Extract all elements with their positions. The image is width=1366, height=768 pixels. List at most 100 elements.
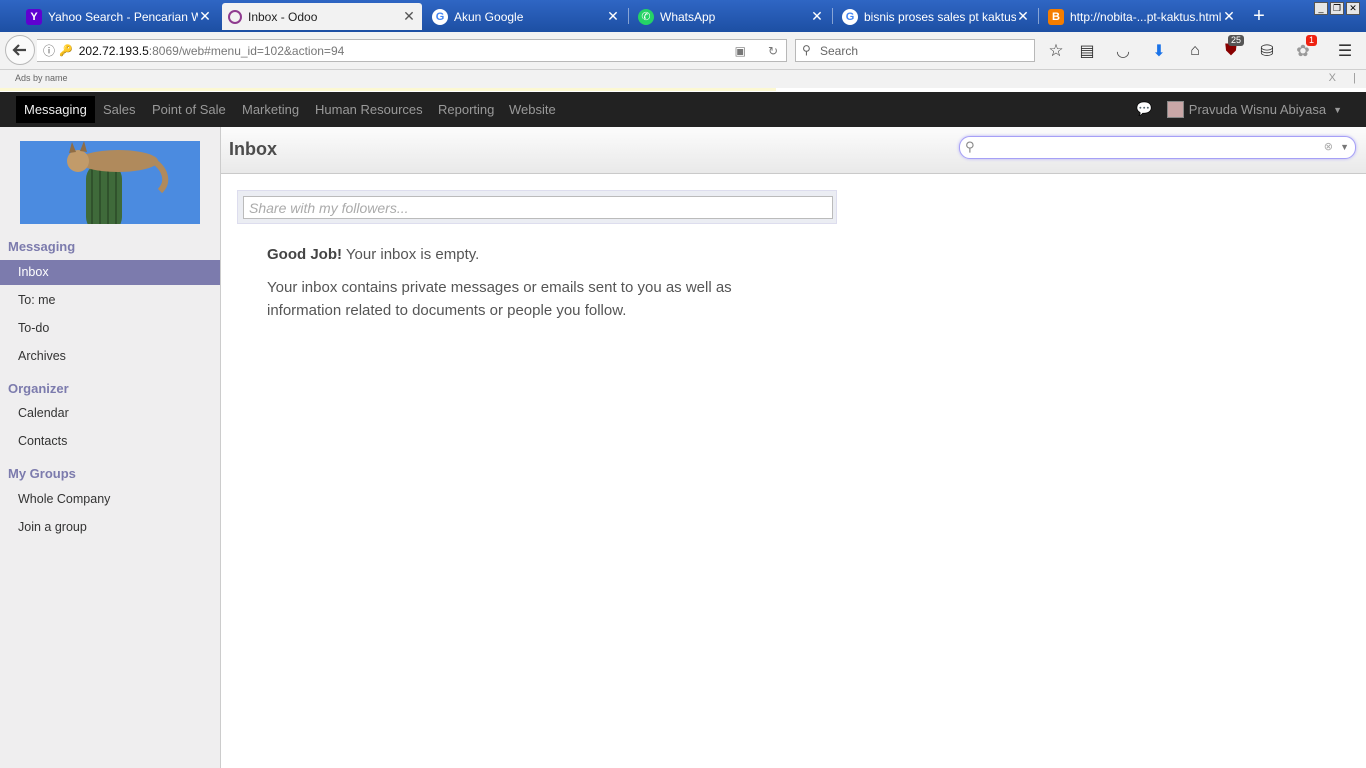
- browser-tab-strip: Y Yahoo Search - Pencarian W... ✕ Inbox …: [0, 0, 1366, 32]
- avatar: [1166, 101, 1184, 118]
- company-logo[interactable]: [20, 141, 200, 224]
- close-tab-icon[interactable]: ✕: [606, 8, 620, 25]
- close-tab-icon[interactable]: ✕: [810, 8, 824, 25]
- reload-icon[interactable]: ↻: [768, 44, 778, 58]
- tab-title: Akun Google: [454, 9, 524, 24]
- browser-tab-whatsapp[interactable]: ✆ WhatsApp ✕: [632, 3, 830, 30]
- tab-separator: [832, 8, 833, 24]
- new-tab-button[interactable]: +: [1249, 5, 1269, 28]
- section-organizer: Organizer: [8, 381, 69, 396]
- notification-icon[interactable]: ✿ 1: [1292, 35, 1318, 62]
- close-tab-icon[interactable]: ✕: [1222, 8, 1236, 25]
- restore-window-icon[interactable]: ❐: [1330, 2, 1344, 15]
- url-host: 202.72.193.5: [78, 43, 149, 58]
- menu-messaging[interactable]: Messaging: [16, 96, 95, 123]
- browser-tab-odoo[interactable]: Inbox - Odoo ✕: [222, 3, 422, 30]
- notification-strip: [0, 88, 776, 91]
- menu-reporting[interactable]: Reporting: [438, 92, 494, 127]
- pocket-icon[interactable]: ◡: [1112, 40, 1134, 62]
- tab-title: Inbox - Odoo: [248, 9, 318, 24]
- bookmark-star-icon[interactable]: ☆: [1045, 40, 1067, 62]
- tab-title: Yahoo Search - Pencarian W...: [48, 9, 198, 24]
- menu-website[interactable]: Website: [509, 92, 556, 127]
- menu-sales[interactable]: Sales: [103, 92, 136, 127]
- sidebar-item-to-do[interactable]: To-do: [0, 316, 220, 341]
- cactus-lynx-image: [20, 141, 200, 224]
- search-icon: ⚲: [965, 139, 975, 154]
- empty-subtitle: Your inbox is empty.: [342, 246, 480, 263]
- main-header: Inbox ⚲ ⊗ ▼: [221, 127, 1366, 174]
- menu-marketing[interactable]: Marketing: [242, 92, 299, 127]
- section-my-groups: My Groups: [8, 466, 76, 481]
- clear-search-icon[interactable]: ⊗: [1324, 140, 1333, 153]
- back-arrow-icon: [12, 44, 26, 56]
- section-messaging: Messaging: [8, 239, 76, 254]
- google-icon: G: [432, 8, 448, 25]
- search-placeholder: Search: [820, 43, 859, 58]
- close-window-icon[interactable]: ✕: [1346, 2, 1360, 15]
- chat-icon[interactable]: 💬: [1136, 101, 1152, 117]
- info-icon[interactable]: ⓘ: [43, 42, 55, 59]
- search-options-icon[interactable]: ▼: [1340, 142, 1349, 152]
- home-icon[interactable]: ⌂: [1184, 40, 1206, 62]
- browser-tab-yahoo[interactable]: Y Yahoo Search - Pencarian W... ✕: [20, 3, 218, 30]
- menu-human-resources[interactable]: Human Resources: [315, 92, 423, 127]
- odoo-icon: [228, 9, 242, 24]
- search-icon: ⚲: [802, 43, 811, 57]
- tab-title: bisnis proses sales pt kaktus...: [864, 9, 1016, 24]
- tab-separator: [1038, 8, 1039, 24]
- close-tab-icon[interactable]: ✕: [402, 8, 416, 25]
- chevron-down-icon: ▼: [1333, 104, 1342, 115]
- sidebar-item-to-me[interactable]: To: me: [0, 288, 220, 313]
- user-name: Pravuda Wisnu Abiyasa: [1188, 102, 1327, 117]
- page-title: Inbox: [229, 139, 277, 159]
- empty-inbox-message: Good Job! Your inbox is empty. Your inbo…: [267, 243, 787, 322]
- ads-close-button[interactable]: X: [1329, 72, 1336, 84]
- empty-body: Your inbox contains private messages or …: [267, 279, 732, 319]
- yahoo-icon: Y: [26, 8, 42, 25]
- ublock-badge: 25: [1228, 35, 1245, 46]
- browser-search-field[interactable]: ⚲ Search: [795, 39, 1035, 62]
- notification-badge: 1: [1306, 35, 1318, 46]
- extension-icon[interactable]: ⛁: [1256, 40, 1278, 62]
- sidebar-item-inbox[interactable]: Inbox: [0, 260, 220, 285]
- browser-nav-bar: ⓘ 🔑 202.72.193.5:8069/web#menu_id=102&ac…: [0, 32, 1366, 70]
- menu-point-of-sale[interactable]: Point of Sale: [152, 92, 226, 127]
- back-button[interactable]: [5, 35, 35, 65]
- ads-label: Ads by name: [15, 73, 68, 83]
- close-tab-icon[interactable]: ✕: [1016, 8, 1030, 25]
- close-tab-icon[interactable]: ✕: [198, 8, 212, 25]
- browser-tab-nobita[interactable]: B http://nobita-...pt-kaktus.html ✕: [1042, 3, 1242, 30]
- blogger-icon: B: [1048, 8, 1064, 25]
- google-icon: G: [842, 8, 858, 25]
- message-composer: Share with my followers...: [237, 190, 837, 224]
- sidebar-item-join-group[interactable]: Join a group: [0, 515, 220, 540]
- sidebar-item-contacts[interactable]: Contacts: [0, 429, 220, 454]
- search-input[interactable]: ⚲ ⊗ ▼: [959, 136, 1356, 159]
- ads-bar: Ads by name X |: [0, 70, 1366, 88]
- share-with-followers-input[interactable]: Share with my followers...: [243, 196, 833, 219]
- sidebar: Messaging Inbox To: me To-do Archives Or…: [0, 127, 221, 768]
- tab-separator: [628, 8, 629, 24]
- browser-tab-google-account[interactable]: G Akun Google ✕: [426, 3, 626, 30]
- sidebar-item-archives[interactable]: Archives: [0, 344, 220, 369]
- tab-title: http://nobita-...pt-kaktus.html: [1070, 9, 1222, 24]
- url-path: :8069/web#menu_id=102&action=94: [148, 43, 345, 58]
- sidebar-item-whole-company[interactable]: Whole Company: [0, 487, 220, 512]
- user-menu[interactable]: Pravuda Wisnu Abiyasa ▼: [1166, 92, 1342, 127]
- sidebar-item-calendar[interactable]: Calendar: [0, 401, 220, 426]
- browser-tab-bisnis-proses[interactable]: G bisnis proses sales pt kaktus... ✕: [836, 3, 1036, 30]
- ublock-icon[interactable]: ⛊ 25: [1220, 35, 1245, 62]
- whatsapp-icon: ✆: [638, 8, 654, 25]
- odoo-top-menu: Messaging Sales Point of Sale Marketing …: [0, 92, 1366, 127]
- empty-title: Good Job!: [267, 246, 342, 263]
- reader-view-icon[interactable]: ▣: [735, 44, 746, 58]
- minimize-window-icon[interactable]: _: [1314, 2, 1328, 15]
- bookmarks-list-icon[interactable]: ▤: [1076, 40, 1098, 62]
- download-icon[interactable]: ⬇: [1148, 40, 1170, 62]
- ads-separator: |: [1353, 72, 1356, 84]
- key-icon: 🔑: [59, 45, 73, 57]
- tab-title: WhatsApp: [660, 9, 716, 24]
- url-bar[interactable]: ⓘ 🔑 202.72.193.5:8069/web#menu_id=102&ac…: [37, 39, 787, 62]
- hamburger-menu-icon[interactable]: ☰: [1334, 40, 1356, 62]
